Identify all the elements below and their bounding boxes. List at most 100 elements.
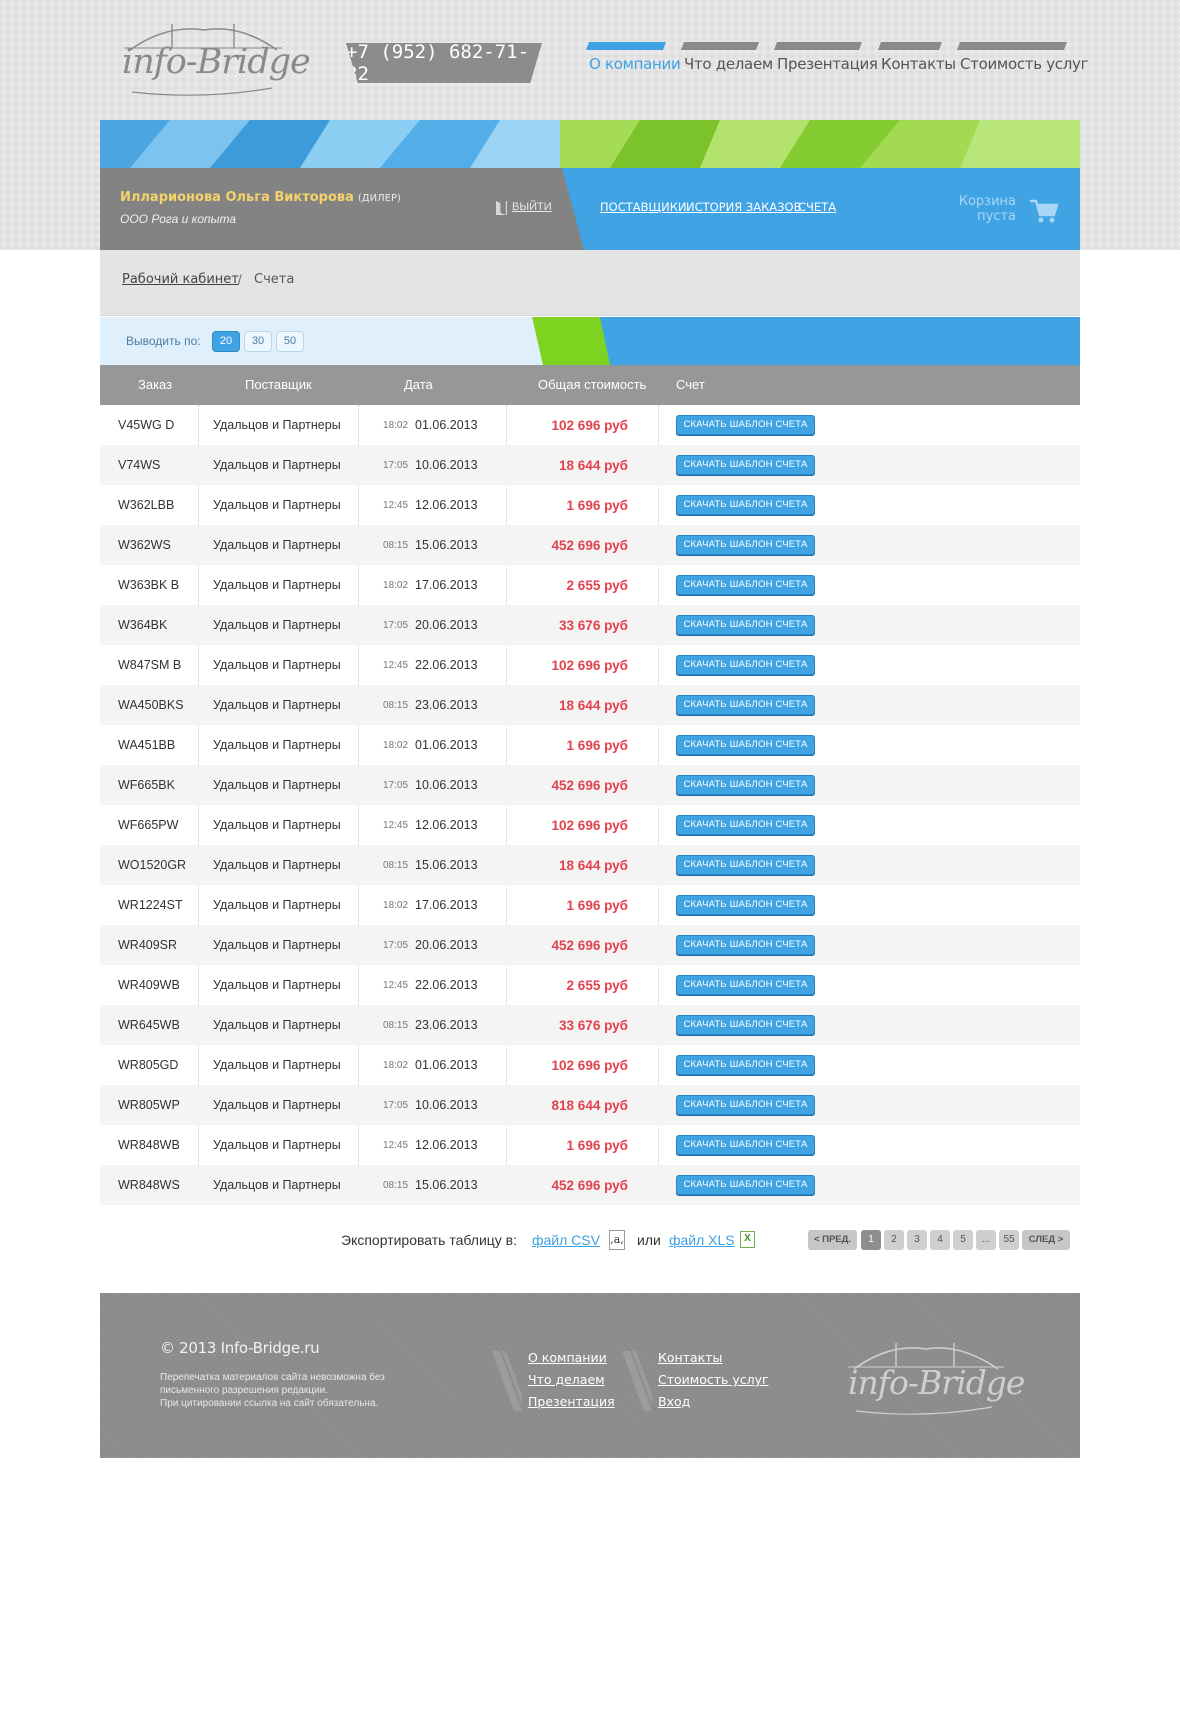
table-row: W363BK B Удальцов и Партнеры 18:02 17.06.20… (100, 565, 1080, 605)
supplier-name: Удальцов и Партнеры (213, 498, 341, 512)
table-row: WA450BKS Удальцов и Партнеры 08:15 23.06.20… (100, 685, 1080, 725)
cart-line1: Корзина (958, 194, 1016, 209)
order-total: 33 676 руб (559, 618, 628, 633)
user-bar: Илларионова Ольга Викторова (ДИЛЕР) ООО Р… (100, 168, 1080, 250)
nav-indicator (957, 42, 1067, 50)
download-invoice-template-button[interactable]: СКАЧАТЬ ШАБЛОН СЧЕТА (676, 1015, 815, 1035)
supplier-name: Удальцов и Партнеры (213, 738, 341, 752)
order-time: 18:02 (383, 1060, 409, 1071)
order-number: W362LBB (118, 498, 175, 512)
table-row: V74WS Удальцов и Партнеры 17:05 10.06.2013 1… (100, 445, 1080, 485)
download-invoice-template-button[interactable]: СКАЧАТЬ ШАБЛОН СЧЕТА (676, 1055, 815, 1075)
nav-presentation[interactable]: Презентация (774, 42, 878, 82)
download-invoice-template-button[interactable]: СКАЧАТЬ ШАБЛОН СЧЕТА (676, 695, 815, 715)
site-logo[interactable]: info-Bridge (112, 18, 311, 98)
supplier-name: Удальцов и Партнеры (213, 658, 341, 672)
order-number: WF665BK (118, 778, 175, 792)
order-total: 2 655 руб (566, 578, 628, 593)
order-date: 12.06.2013 (415, 1138, 478, 1152)
nav-pricing[interactable]: Стоимость услуг (957, 42, 1089, 82)
pagination-next[interactable]: СЛЕД > (1022, 1230, 1070, 1250)
footer-note-line: Перепечатка материалов сайта невозможна … (160, 1372, 385, 1383)
order-number: W363BK B (118, 578, 180, 592)
footer-link-about[interactable]: О компании (528, 1350, 607, 1365)
download-invoice-template-button[interactable]: СКАЧАТЬ ШАБЛОН СЧЕТА (676, 495, 815, 515)
order-time: 12:45 (383, 660, 409, 671)
footer-logo[interactable]: info-Bridge (840, 1339, 1025, 1419)
breadcrumb: Рабочий кабинет / Счета (100, 250, 1080, 316)
breadcrumb-separator: / (238, 272, 242, 287)
download-invoice-template-button[interactable]: СКАЧАТЬ ШАБЛОН СЧЕТА (676, 535, 815, 555)
col-supplier[interactable]: Поставщик (245, 377, 312, 392)
order-number: WF665PW (118, 818, 179, 832)
footer-logo-text: info-Bridge (848, 1363, 1025, 1402)
download-invoice-template-button[interactable]: СКАЧАТЬ ШАБЛОН СЧЕТА (676, 895, 815, 915)
download-invoice-template-button[interactable]: СКАЧАТЬ ШАБЛОН СЧЕТА (676, 735, 815, 755)
pagination-page-3[interactable]: 3 (907, 1230, 927, 1250)
download-invoice-template-button[interactable]: СКАЧАТЬ ШАБЛОН СЧЕТА (676, 1175, 815, 1195)
breadcrumb-dashboard-link[interactable]: Рабочий кабинет (122, 272, 239, 287)
download-invoice-template-button[interactable]: СКАЧАТЬ ШАБЛОН СЧЕТА (676, 1135, 815, 1155)
nav-what-we-do[interactable]: Что делаем (681, 42, 773, 82)
csv-file-icon: ,a, (609, 1230, 625, 1250)
footer-link-what-we-do[interactable]: Что делаем (528, 1372, 605, 1387)
download-invoice-template-button[interactable]: СКАЧАТЬ ШАБЛОН СЧЕТА (676, 455, 815, 475)
per-page-50[interactable]: 50 (276, 331, 304, 352)
nav-label: Что делаем (684, 55, 773, 73)
download-invoice-template-button[interactable]: СКАЧАТЬ ШАБЛОН СЧЕТА (676, 575, 815, 595)
order-date: 20.06.2013 (415, 938, 478, 952)
nav-about[interactable]: О компании (586, 42, 681, 82)
footer-link-pricing[interactable]: Стоимость услуг (658, 1372, 769, 1387)
order-time: 17:05 (383, 940, 409, 951)
footer-link-presentation[interactable]: Презентация (528, 1394, 615, 1409)
col-date[interactable]: Дата (404, 377, 433, 392)
download-invoice-template-button[interactable]: СКАЧАТЬ ШАБЛОН СЧЕТА (676, 655, 815, 675)
supplier-name: Удальцов и Партнеры (213, 818, 341, 832)
order-number: WR1224ST (118, 898, 183, 912)
per-page-30[interactable]: 30 (244, 331, 272, 352)
export-xls-link[interactable]: файл XLS (669, 1232, 735, 1248)
cart-icon[interactable] (1028, 197, 1060, 225)
footer-link-login[interactable]: Вход (658, 1394, 690, 1409)
col-order[interactable]: Заказ (138, 377, 172, 392)
link-suppliers[interactable]: ПОСТАВЩИКИ (600, 200, 686, 214)
logout-link[interactable]: ВЫЙТИ (512, 201, 552, 213)
table-row: WR848WB Удальцов и Партнеры 12:45 12.06.201… (100, 1125, 1080, 1165)
footer-link-contacts[interactable]: Контакты (658, 1350, 722, 1365)
download-invoice-template-button[interactable]: СКАЧАТЬ ШАБЛОН СЧЕТА (676, 775, 815, 795)
table-row: WA451BB Удальцов и Партнеры 18:02 01.06.201… (100, 725, 1080, 765)
pagination-page-last[interactable]: 55 (999, 1230, 1019, 1250)
order-number: V45WG D (118, 418, 175, 432)
order-total: 452 696 руб (551, 938, 628, 953)
cart-status[interactable]: Корзина пуста (916, 194, 1016, 224)
order-date: 17.06.2013 (415, 898, 478, 912)
pagination-ellipsis: ... (976, 1230, 996, 1250)
export-csv-link[interactable]: файл CSV (532, 1232, 600, 1248)
download-invoice-template-button[interactable]: СКАЧАТЬ ШАБЛОН СЧЕТА (676, 415, 815, 435)
pagination-page-5[interactable]: 5 (953, 1230, 973, 1250)
supplier-name: Удальцов и Партнеры (213, 458, 341, 472)
supplier-name: Удальцов и Партнеры (213, 698, 341, 712)
col-total[interactable]: Общая стоимость (538, 377, 646, 392)
nav-contacts[interactable]: Контакты (878, 42, 956, 82)
supplier-name: Удальцов и Партнеры (213, 898, 341, 912)
table-row: W362LBB Удальцов и Партнеры 12:45 12.06.201… (100, 485, 1080, 525)
pagination-prev[interactable]: < ПРЕД. (808, 1230, 857, 1250)
download-invoice-template-button[interactable]: СКАЧАТЬ ШАБЛОН СЧЕТА (676, 615, 815, 635)
link-invoices[interactable]: СЧЕТА (798, 200, 836, 214)
pagination-page-4[interactable]: 4 (930, 1230, 950, 1250)
export-or: или (637, 1232, 661, 1248)
user-name: Илларионова Ольга Викторова (ДИЛЕР) (120, 190, 401, 205)
order-total: 1 696 руб (566, 898, 628, 913)
export-label: Экспортировать таблицу в: (341, 1232, 518, 1248)
pagination-page-2[interactable]: 2 (884, 1230, 904, 1250)
download-invoice-template-button[interactable]: СКАЧАТЬ ШАБЛОН СЧЕТА (676, 935, 815, 955)
order-date: 01.06.2013 (415, 1058, 478, 1072)
download-invoice-template-button[interactable]: СКАЧАТЬ ШАБЛОН СЧЕТА (676, 975, 815, 995)
download-invoice-template-button[interactable]: СКАЧАТЬ ШАБЛОН СЧЕТА (676, 815, 815, 835)
per-page-20[interactable]: 20 (212, 331, 240, 352)
link-order-history[interactable]: ИСТОРИЯ ЗАКАЗОВ (686, 200, 801, 214)
download-invoice-template-button[interactable]: СКАЧАТЬ ШАБЛОН СЧЕТА (676, 855, 815, 875)
pagination-page-1[interactable]: 1 (861, 1230, 881, 1250)
download-invoice-template-button[interactable]: СКАЧАТЬ ШАБЛОН СЧЕТА (676, 1095, 815, 1115)
